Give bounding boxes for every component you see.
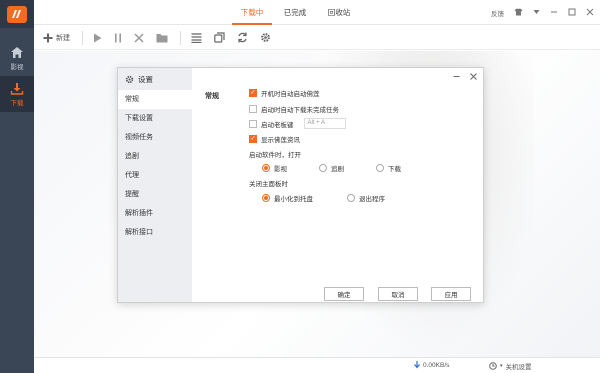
- gear-icon: [125, 75, 134, 83]
- download-icon: [10, 82, 24, 95]
- option-label: 影视: [274, 166, 287, 173]
- sidebar-item-label: 下载: [10, 99, 24, 107]
- new-task-button[interactable]: 新建: [43, 26, 70, 50]
- pause-button[interactable]: [114, 26, 122, 50]
- cancel-button[interactable]: 取消: [378, 287, 418, 301]
- open-folder-button[interactable]: [156, 26, 168, 50]
- radio-unselected-icon[interactable]: [347, 194, 355, 202]
- dialog-footer: 确定 取消 应用: [192, 270, 483, 302]
- pause-icon: [115, 33, 121, 42]
- option-label: 下载: [388, 166, 401, 173]
- close-icon[interactable]: [586, 8, 594, 18]
- radio-selected-icon[interactable]: [262, 194, 270, 202]
- ok-button[interactable]: 确定: [324, 287, 364, 301]
- radio-selected-icon[interactable]: [262, 164, 270, 172]
- tab-recycle-bin[interactable]: 回收站: [322, 0, 356, 25]
- settings-item-parse-api[interactable]: 解析接口: [118, 223, 192, 242]
- settings-content: 常规 ✓ 开机时自动启动佛莲 启动时自动下载未完成任务 启动老板键 Alt + …: [192, 68, 483, 302]
- shutdown-settings-button[interactable]: ▾ 关机设置: [489, 361, 532, 371]
- tab-downloading[interactable]: 下载中: [232, 0, 272, 25]
- copy-icon: [214, 32, 225, 43]
- settings-item-download[interactable]: 下载设置: [118, 109, 192, 128]
- download-speed: 0.00KB/s: [414, 361, 449, 369]
- toolbar-divider: [180, 30, 181, 45]
- sidebar-item-label: 影视: [10, 63, 24, 71]
- settings-dialog: 设置 常规 下载设置 视频任务 追剧 代理 提醒 解析插件 解析接口 常规 ✓ …: [117, 67, 484, 303]
- close-group-label: 关闭主面板时: [249, 181, 288, 188]
- option-label: 启动老板键: [261, 121, 294, 129]
- checkbox-checked-icon[interactable]: ✓: [249, 89, 257, 97]
- close-option-minimize[interactable]: 最小化到托盘: [262, 193, 313, 203]
- settings-item-proxy[interactable]: 代理: [118, 166, 192, 185]
- shutdown-settings-label: 关机设置: [505, 364, 532, 371]
- chevron-down-icon: ▾: [500, 363, 503, 369]
- option-boss-key[interactable]: 启动老板键 Alt + A: [249, 118, 346, 129]
- close-option-exit[interactable]: 退出程序: [347, 193, 385, 203]
- option-label: 开机时自动启动佛莲: [261, 91, 320, 98]
- menu-dropdown-icon[interactable]: [533, 9, 540, 17]
- play-icon: [94, 33, 102, 42]
- start-button[interactable]: [93, 26, 102, 50]
- checkbox-unchecked-icon[interactable]: [249, 105, 257, 113]
- app-logo: [0, 0, 34, 28]
- gear-icon: [261, 33, 270, 42]
- dialog-title-bar: 设置: [118, 68, 192, 90]
- minimize-icon[interactable]: [550, 8, 558, 18]
- settings-item-general[interactable]: 常规: [118, 90, 192, 109]
- logo-icon: [7, 5, 27, 23]
- sidebar: 影视 下载: [0, 0, 34, 373]
- option-label: 追剧: [331, 166, 344, 173]
- delete-button[interactable]: [134, 26, 144, 50]
- startup-option-video[interactable]: 影视: [262, 163, 287, 173]
- option-label: 启动时自动下载未完成任务: [261, 107, 339, 114]
- download-speed-value: 0.00KB/s: [423, 361, 450, 369]
- section-title: 常规: [205, 93, 219, 100]
- clock-icon: [489, 362, 497, 370]
- home-icon: [11, 46, 23, 58]
- settings-item-video-task[interactable]: 视频任务: [118, 128, 192, 147]
- tab-completed[interactable]: 已完成: [278, 0, 312, 25]
- checkbox-unchecked-icon[interactable]: [249, 119, 257, 128]
- status-bar: 0.00KB/s ▾ 关机设置: [34, 357, 600, 373]
- option-autostart[interactable]: ✓ 开机时自动启动佛莲: [249, 88, 320, 98]
- maximize-icon[interactable]: [568, 8, 576, 18]
- feedback-link[interactable]: 反馈: [491, 8, 504, 18]
- down-arrow-icon: [414, 361, 420, 369]
- option-label: 显示佛莲资讯: [261, 137, 300, 144]
- option-show-news[interactable]: ✓ 显示佛莲资讯: [249, 134, 300, 144]
- task-list-button[interactable]: [191, 26, 202, 50]
- startup-option-download[interactable]: 下载: [376, 163, 401, 173]
- settings-item-follow-series[interactable]: 追剧: [118, 147, 192, 166]
- sidebar-item-download[interactable]: 下载: [0, 76, 34, 112]
- list-icon: [191, 32, 202, 43]
- option-auto-resume[interactable]: 启动时自动下载未完成任务: [249, 104, 339, 114]
- sidebar-item-video[interactable]: 影视: [0, 40, 34, 76]
- toolbar-divider: [82, 30, 83, 45]
- boss-key-hotkey-field[interactable]: Alt + A: [303, 118, 346, 129]
- radio-unselected-icon[interactable]: [319, 164, 327, 172]
- settings-button[interactable]: [260, 26, 271, 50]
- dialog-title: 设置: [138, 74, 153, 84]
- top-bar: 下载中 已完成 回收站 反馈: [34, 0, 600, 25]
- folder-icon: [156, 33, 168, 42]
- refresh-icon: [238, 32, 247, 43]
- settings-sidebar: 常规 下载设置 视频任务 追剧 代理 提醒 解析插件 解析接口: [118, 90, 192, 302]
- copy-button[interactable]: [214, 26, 225, 50]
- window-controls: 反馈: [491, 0, 594, 25]
- option-label: 最小化到托盘: [274, 196, 313, 203]
- toolbar: 新建: [34, 26, 600, 50]
- option-label: 退出程序: [359, 196, 385, 203]
- new-task-label: 新建: [56, 34, 70, 42]
- settings-item-reminder[interactable]: 提醒: [118, 185, 192, 204]
- startup-group-label: 启动软件时，打开: [249, 152, 301, 159]
- delete-x-icon: [134, 32, 144, 43]
- checkbox-checked-icon[interactable]: ✓: [249, 135, 257, 143]
- skin-icon[interactable]: [514, 8, 523, 18]
- radio-unselected-icon[interactable]: [376, 164, 384, 172]
- apply-button[interactable]: 应用: [431, 287, 471, 301]
- startup-option-follow[interactable]: 追剧: [319, 163, 344, 173]
- refresh-button[interactable]: [237, 26, 248, 50]
- plus-icon: [43, 33, 53, 42]
- settings-item-parse-plugin[interactable]: 解析插件: [118, 204, 192, 223]
